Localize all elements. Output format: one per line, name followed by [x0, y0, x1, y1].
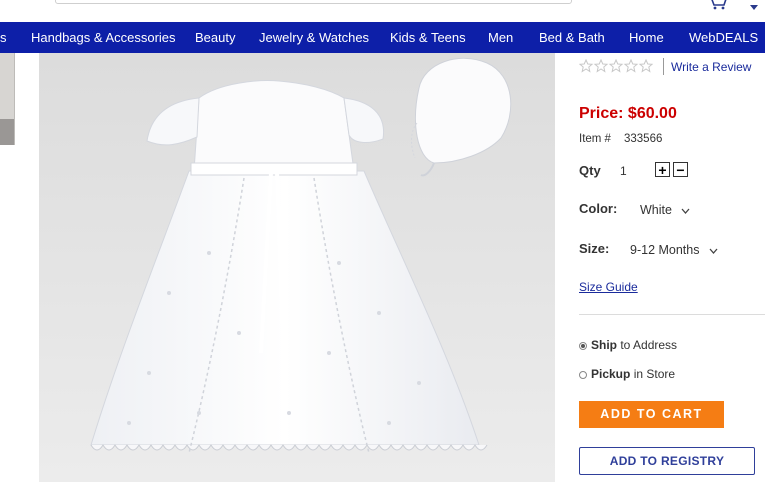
- size-select[interactable]: 9-12 Months: [630, 243, 718, 257]
- ship-label-bold: Ship: [591, 338, 617, 352]
- chevron-down-icon: [681, 208, 690, 214]
- chevron-down-icon[interactable]: [748, 2, 760, 12]
- write-review-link[interactable]: Write a Review: [671, 60, 751, 74]
- size-label: Size:: [579, 241, 610, 256]
- nav-item-bed-bath[interactable]: Bed & Bath: [539, 22, 605, 53]
- pickup-label-rest: in Store: [630, 367, 676, 381]
- search-input[interactable]: [55, 0, 572, 4]
- cart-icon[interactable]: [706, 0, 728, 10]
- color-select[interactable]: White: [640, 203, 690, 217]
- nav-item-jewelry-watches[interactable]: Jewelry & Watches: [259, 22, 369, 53]
- category-nav: s Handbags & Accessories Beauty Jewelry …: [0, 22, 765, 53]
- item-number-value: 333566: [624, 133, 663, 145]
- product-details-panel: Write a Review Price: $60.00 Item # 3335…: [579, 53, 765, 482]
- ship-label-rest: to Address: [617, 338, 678, 352]
- radio-unselected-icon[interactable]: [579, 370, 587, 379]
- qty-increase-button[interactable]: +: [655, 162, 670, 177]
- star-rating-icon[interactable]: [579, 59, 657, 73]
- add-to-registry-button[interactable]: ADD TO REGISTRY: [579, 447, 755, 475]
- product-price: Price: $60.00: [579, 105, 677, 122]
- nav-item-webdeals[interactable]: WebDEALS: [689, 22, 758, 53]
- top-header: [0, 0, 765, 22]
- qty-label: Qty: [579, 163, 601, 178]
- radio-selected-icon[interactable]: [579, 341, 587, 350]
- qty-decrease-button[interactable]: −: [673, 162, 688, 177]
- ship-to-address-option[interactable]: Ship to Address: [579, 338, 677, 352]
- pickup-in-store-option[interactable]: Pickup in Store: [579, 367, 675, 381]
- color-label: Color:: [579, 201, 618, 216]
- nav-item-kids-teens[interactable]: Kids & Teens: [390, 22, 466, 53]
- size-guide-link[interactable]: Size Guide: [579, 280, 638, 294]
- product-thumbnail[interactable]: [0, 53, 15, 145]
- nav-item-men[interactable]: Men: [488, 22, 513, 53]
- pickup-label-bold: Pickup: [591, 367, 631, 381]
- nav-item-partial[interactable]: s: [0, 22, 7, 53]
- item-number-label: Item #: [579, 133, 611, 145]
- chevron-down-icon: [709, 248, 718, 254]
- divider: [579, 314, 765, 315]
- qty-input[interactable]: 1: [620, 164, 627, 178]
- nav-item-home[interactable]: Home: [629, 22, 664, 53]
- add-to-cart-button[interactable]: ADD TO CART: [579, 401, 724, 428]
- size-select-value: 9-12 Months: [630, 243, 700, 257]
- product-image[interactable]: [39, 53, 555, 482]
- divider: [663, 58, 664, 75]
- nav-item-beauty[interactable]: Beauty: [195, 22, 235, 53]
- nav-item-handbags-accessories[interactable]: Handbags & Accessories: [31, 22, 176, 53]
- color-select-value: White: [640, 203, 672, 217]
- christening-gown-illustration: [39, 53, 555, 482]
